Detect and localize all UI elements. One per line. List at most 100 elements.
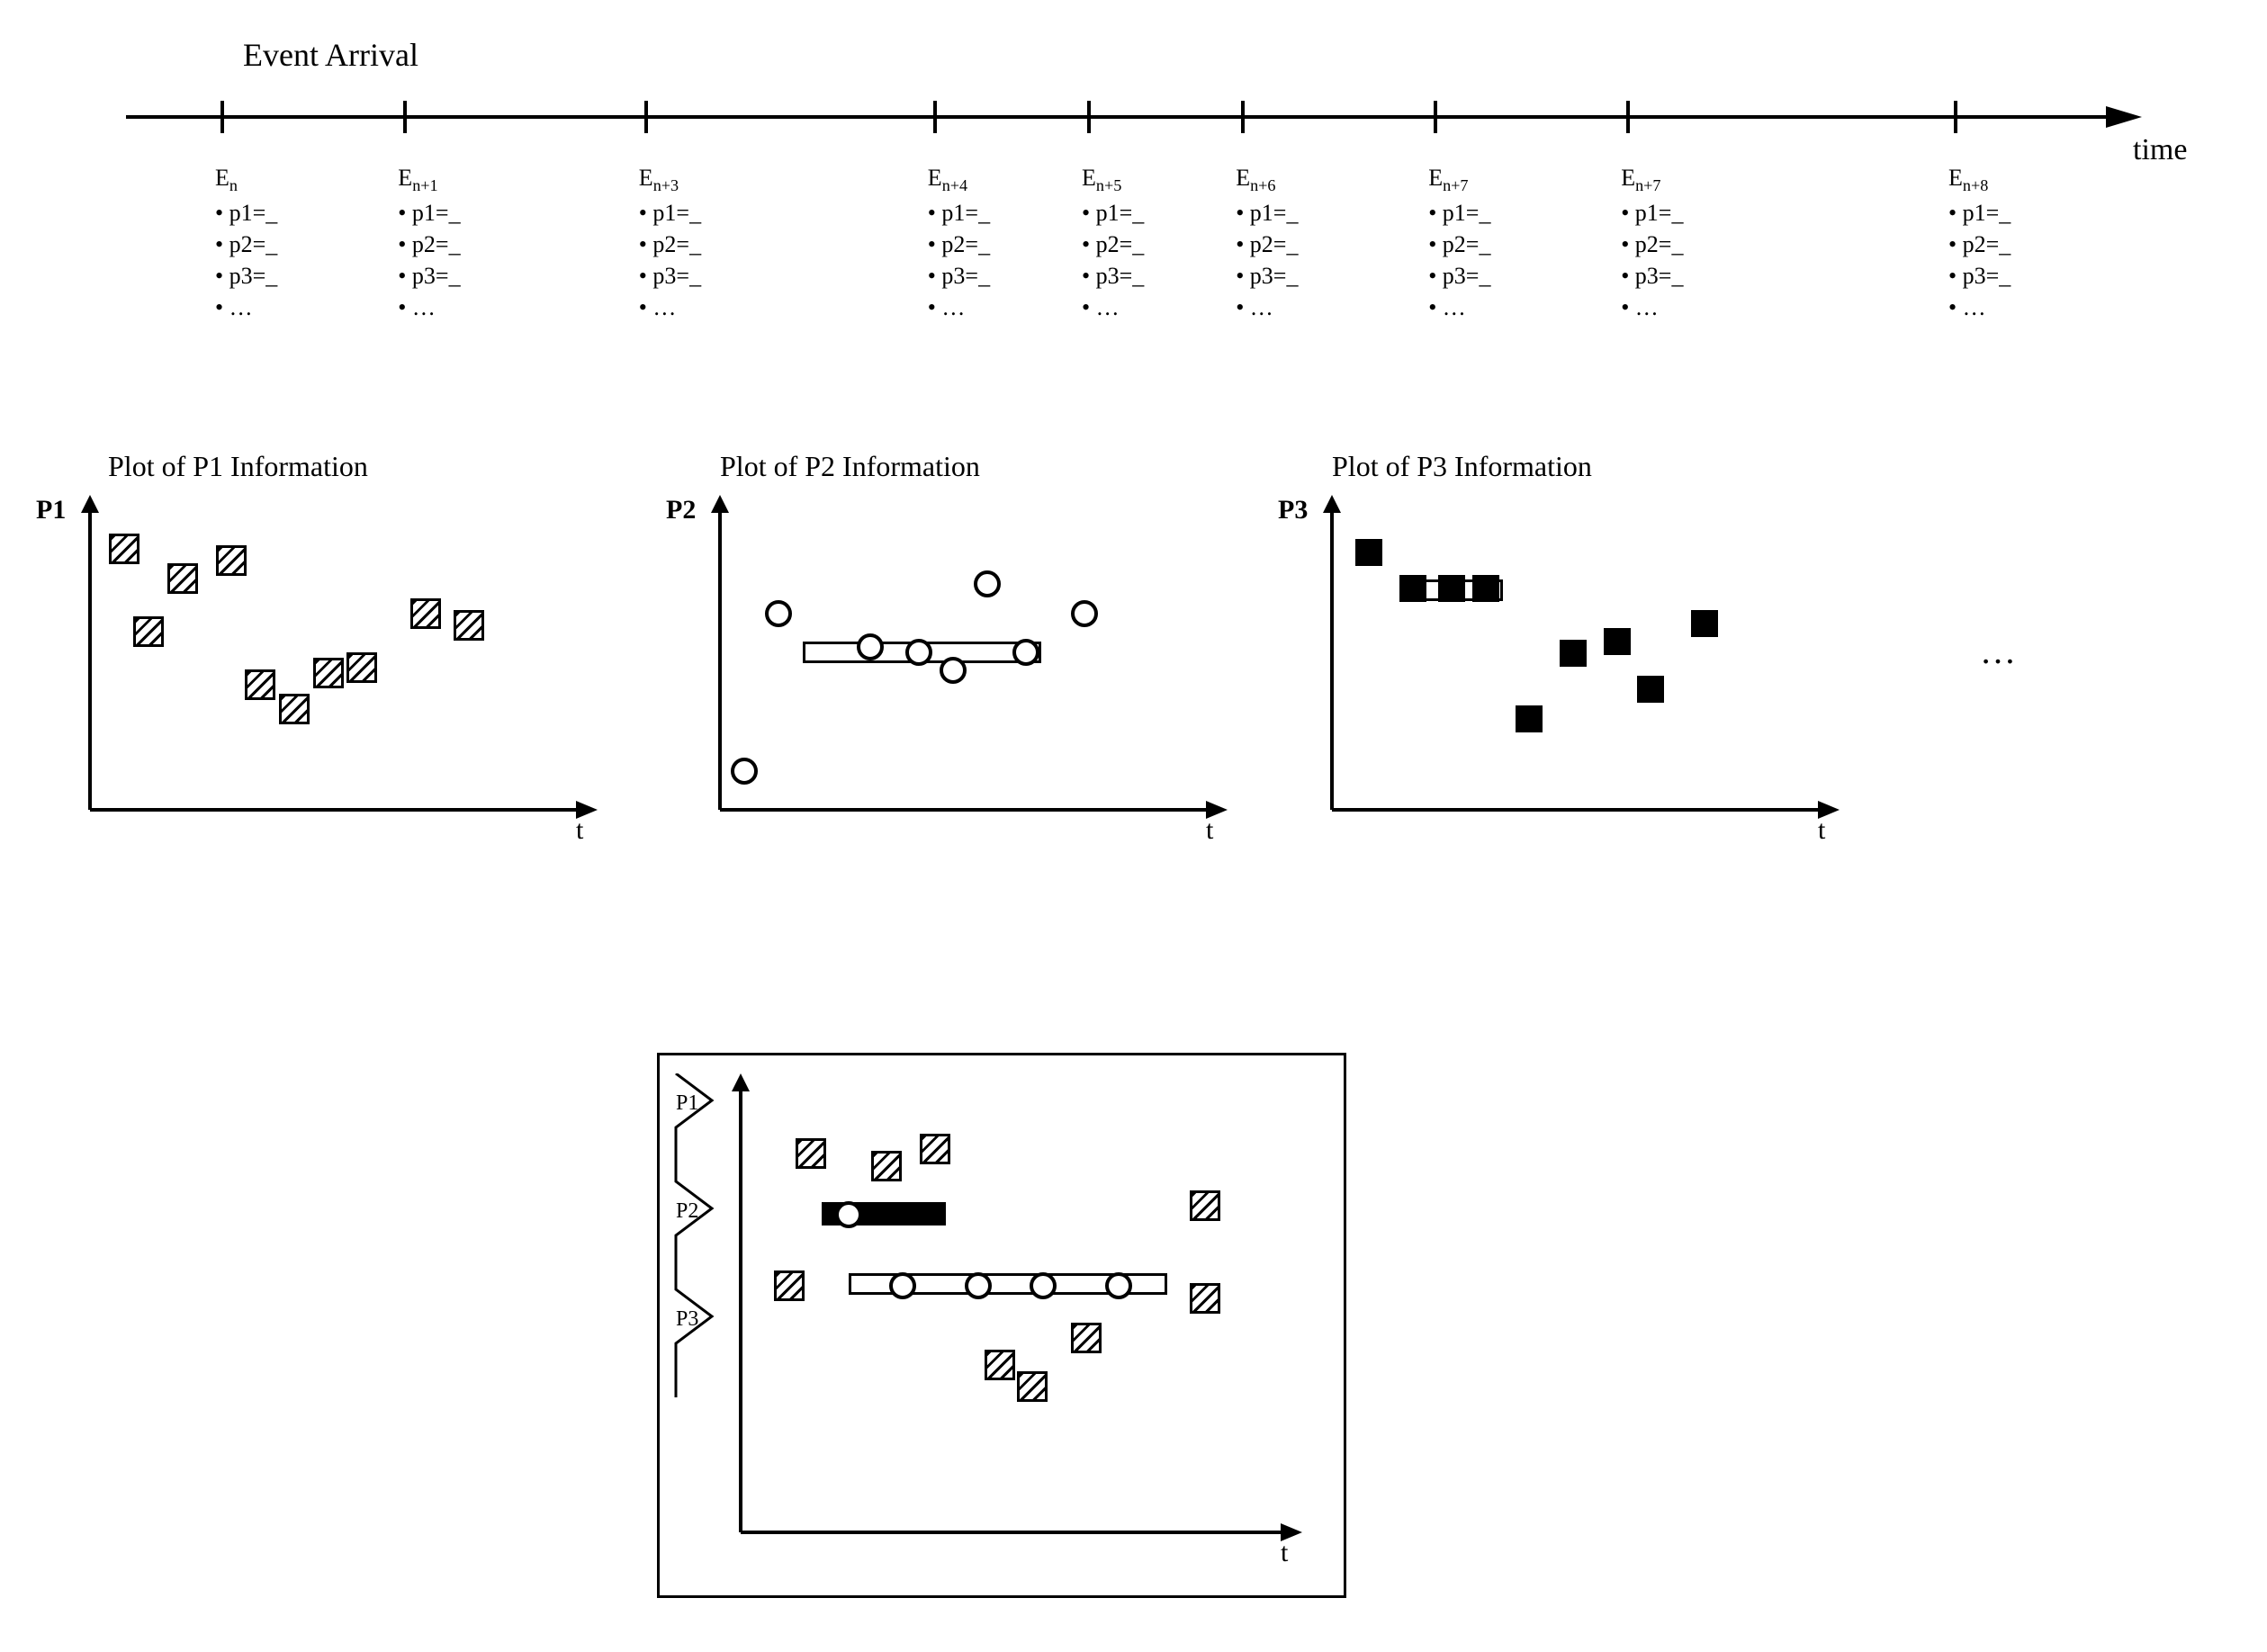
plot-p3: t (1323, 495, 1845, 837)
event-column: En+7• p1=_• p2=_• p3=_• … (1621, 162, 1683, 323)
event-label: En+7 (1621, 162, 1683, 197)
event-label: En+8 (1948, 162, 2011, 197)
event-column: En+3• p1=_• p2=_• p3=_• … (639, 162, 701, 323)
hatched-square-marker-icon (245, 669, 275, 700)
time-axis-tick (644, 101, 648, 133)
combined-yaxis-zigzag-icon (672, 1073, 726, 1397)
event-label: En+4 (928, 162, 990, 197)
solid-square-marker-icon (1516, 705, 1543, 732)
open-circle-marker-icon (974, 570, 1001, 597)
event-arrival-title: Event Arrival (243, 36, 418, 74)
event-prop: • p3=_ (398, 260, 460, 292)
hatched-square-marker-icon (109, 534, 139, 564)
event-column: En+8• p1=_• p2=_• p3=_• … (1948, 162, 2011, 323)
solid-square-marker-icon (1438, 575, 1465, 602)
event-label: En+7 (1428, 162, 1490, 197)
event-prop: • p3=_ (1428, 260, 1490, 292)
event-prop: • p1=_ (215, 197, 277, 229)
hatched-square-marker-icon (1190, 1283, 1220, 1314)
event-prop: • p3=_ (215, 260, 277, 292)
time-axis (126, 99, 2160, 135)
event-prop: • … (1428, 292, 1490, 323)
event-prop: • … (1948, 292, 2011, 323)
plot-p1-title: Plot of P1 Information (108, 450, 368, 483)
event-prop: • … (928, 292, 990, 323)
event-prop: • p2=_ (398, 229, 460, 260)
plot-p1: t (81, 495, 603, 837)
time-axis-tick (1434, 101, 1437, 133)
event-prop: • p2=_ (1948, 229, 2011, 260)
solid-square-marker-icon (1472, 575, 1499, 602)
plot-combined: t (732, 1073, 1308, 1559)
combined-plot-frame: t P1 P2 P3 (657, 1053, 1346, 1598)
event-prop: • p3=_ (1621, 260, 1683, 292)
time-axis-tick (1241, 101, 1245, 133)
event-prop: • p1=_ (1948, 197, 2011, 229)
solid-square-marker-icon (1355, 539, 1382, 566)
open-circle-marker-icon (940, 657, 967, 684)
event-prop: • … (1082, 292, 1144, 323)
hatched-square-marker-icon (796, 1138, 826, 1169)
time-axis-tick (220, 101, 224, 133)
event-column: En+1• p1=_• p2=_• p3=_• … (398, 162, 460, 323)
open-circle-marker-icon (1105, 1272, 1132, 1299)
t-axis-label: t (1281, 1538, 1288, 1568)
plot-p2-title: Plot of P2 Information (720, 450, 980, 483)
plot-p3-title: Plot of P3 Information (1332, 450, 1592, 483)
hatched-square-marker-icon (1190, 1190, 1220, 1221)
event-prop: • … (215, 292, 277, 323)
t-axis-label: t (576, 815, 583, 846)
hatched-square-marker-icon (313, 658, 344, 688)
event-prop: • p1=_ (398, 197, 460, 229)
event-prop: • … (639, 292, 701, 323)
time-axis-tick (1954, 101, 1957, 133)
open-circle-marker-icon (731, 758, 758, 785)
hatched-square-marker-icon (346, 652, 377, 683)
event-prop: • p2=_ (1236, 229, 1298, 260)
time-axis-tick (1626, 101, 1630, 133)
event-prop: • p1=_ (1428, 197, 1490, 229)
combined-ylabel-p2: P2 (676, 1199, 698, 1224)
solid-square-marker-icon (1637, 676, 1664, 703)
t-axis-label: t (1818, 815, 1825, 846)
event-prop: • p1=_ (639, 197, 701, 229)
hatched-square-marker-icon (167, 563, 198, 594)
solid-square-marker-icon (1691, 610, 1718, 637)
open-circle-marker-icon (835, 1201, 862, 1228)
hatched-square-marker-icon (1017, 1371, 1048, 1402)
combined-ylabel-p1: P1 (676, 1091, 698, 1116)
hatched-square-marker-icon (920, 1134, 950, 1164)
event-prop: • p1=_ (1236, 197, 1298, 229)
open-circle-marker-icon (889, 1272, 916, 1299)
event-prop: • p3=_ (1236, 260, 1298, 292)
open-circle-marker-icon (1071, 600, 1098, 627)
hatched-square-marker-icon (985, 1350, 1015, 1380)
plots-ellipsis: … (1980, 630, 2021, 672)
event-prop: • p1=_ (1082, 197, 1144, 229)
hatched-square-marker-icon (871, 1151, 902, 1181)
hatched-square-marker-icon (410, 598, 441, 629)
t-axis-label: t (1206, 815, 1213, 846)
event-prop: • p2=_ (1428, 229, 1490, 260)
open-circle-marker-icon (965, 1272, 992, 1299)
event-prop: • p2=_ (215, 229, 277, 260)
event-prop: • p2=_ (1621, 229, 1683, 260)
hatched-square-marker-icon (133, 616, 164, 647)
solid-square-marker-icon (1560, 640, 1587, 667)
event-label: En+3 (639, 162, 701, 197)
event-column: En+4• p1=_• p2=_• p3=_• … (928, 162, 990, 323)
event-column: En+6• p1=_• p2=_• p3=_• … (1236, 162, 1298, 323)
time-axis-tick (933, 101, 937, 133)
solid-square-marker-icon (1604, 628, 1631, 655)
open-circle-marker-icon (765, 600, 792, 627)
event-prop: • … (1621, 292, 1683, 323)
hatched-square-marker-icon (774, 1270, 805, 1301)
event-label: En+5 (1082, 162, 1144, 197)
plot-p1-ylabel: P1 (36, 495, 66, 525)
open-circle-marker-icon (857, 633, 884, 660)
plot-p2: t (711, 495, 1233, 837)
open-circle-marker-icon (1030, 1272, 1057, 1299)
time-axis-tick (1087, 101, 1091, 133)
event-label: En+1 (398, 162, 460, 197)
solid-square-marker-icon (1399, 575, 1426, 602)
